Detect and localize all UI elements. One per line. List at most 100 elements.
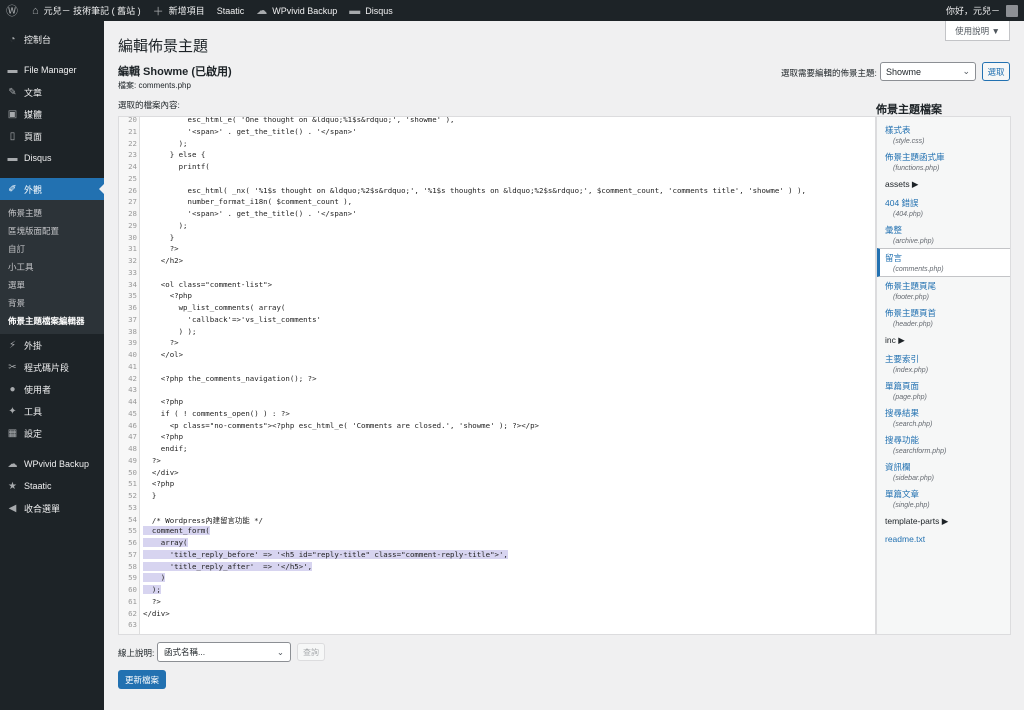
menu-snippets[interactable]: ✂ 程式碼片段 <box>0 356 104 378</box>
line-number: 49 <box>128 455 137 465</box>
code-text: printf( <box>143 162 210 171</box>
file-title: 留言 <box>885 253 903 263</box>
menu-plugins[interactable]: ⚡ 外掛 <box>0 334 104 356</box>
menu-appearance[interactable]: ✐ 外觀 <box>0 178 104 200</box>
greeting: 你好，元兒－ <box>945 6 1000 16</box>
code-line: 37 'callback'=>'vs_list_comments' <box>119 315 875 327</box>
file-item[interactable]: 佈景主題函式庫 (functions.php) <box>877 148 1010 175</box>
submenu-customize[interactable]: 自訂 <box>0 240 104 258</box>
file-item[interactable]: 彙整 (archive.php) <box>877 221 1010 248</box>
snippets-icon: ✂ <box>8 361 17 373</box>
file-folder[interactable]: assets ▶ <box>877 175 1010 194</box>
menu-label: Staatic <box>24 481 52 491</box>
file-item[interactable]: 佈景主題頁首 (header.php) <box>877 304 1010 331</box>
account-menu[interactable]: 你好，元兒－ <box>946 4 1024 17</box>
staatic-link[interactable]: Staatic <box>211 0 251 21</box>
submenu-theme-file-editor[interactable]: 佈景主題檔案編輯器 <box>0 312 104 330</box>
menu-settings[interactable]: ▦ 設定 <box>0 422 104 444</box>
site-name-link[interactable]: ⌂ 元兒－ 技術筆記 ( 舊站 ) <box>26 0 147 21</box>
disqus-link[interactable]: ▬ Disqus <box>343 0 399 21</box>
menu-label: WPvivid Backup <box>24 459 90 469</box>
file-name: (functions.php) <box>893 165 940 172</box>
file-folder[interactable]: inc ▶ <box>877 331 1010 350</box>
admin-sidebar: ◔ 控制台 ▬ File Manager ✎ 文章 ▣ 媒體 ▯ 頁面 ▬ Disqus ✐… <box>0 21 104 710</box>
menu-dashboard[interactable]: ◔ 控制台 <box>0 28 104 50</box>
code-line: 47 <?php <box>119 432 875 444</box>
select-theme-button[interactable]: 選取 <box>982 62 1010 81</box>
file-item[interactable]: 資訊欄 (sidebar.php) <box>877 458 1010 485</box>
menu-pages[interactable]: ▯ 頁面 <box>0 125 104 147</box>
file-title: 主要索引 <box>885 354 920 364</box>
file-item[interactable]: 單篇頁面 (page.php) <box>877 377 1010 404</box>
file-item[interactable]: 佈景主題頁尾 (footer.php) <box>877 277 1010 304</box>
line-number: 50 <box>128 467 137 477</box>
menu-media[interactable]: ▣ 媒體 <box>0 103 104 125</box>
code-text: array( <box>143 538 188 547</box>
line-number: 38 <box>128 326 137 336</box>
submenu-background[interactable]: 背景 <box>0 294 104 312</box>
new-item-label: 新增項目 <box>168 6 205 16</box>
file-item[interactable]: 主要索引 (index.php) <box>877 350 1010 377</box>
code-line: 24 printf( <box>119 162 875 174</box>
media-icon: ▣ <box>7 108 18 120</box>
theme-files-heading: 佈景主題檔案 <box>876 104 942 116</box>
collapse-icon: ◀ <box>8 502 17 514</box>
documentation-select[interactable]: 函式名稱... ⌄ <box>157 642 291 662</box>
file-item[interactable]: readme.txt <box>877 531 1010 547</box>
menu-tools[interactable]: ✦ 工具 <box>0 400 104 422</box>
code-line: 36 wp_list_comments( array( <box>119 303 875 315</box>
code-text: 'title_reply_before' => '<h5 id="reply-t… <box>143 549 508 559</box>
code-text: 'callback'=>'vs_list_comments' <box>143 314 321 324</box>
code-line: 35 <?php <box>119 291 875 303</box>
line-number: 36 <box>128 303 137 312</box>
theme-select[interactable]: Showme ⌄ <box>880 62 976 81</box>
menu-label: 使用者 <box>24 384 52 395</box>
code-text: <p class="no-comments"><?php esc_html_e(… <box>143 420 540 430</box>
code-editor[interactable]: 20 esc_html_e( 'One thought on &ldquo;%1… <box>118 116 876 635</box>
code-line: 49 ?> <box>119 456 875 468</box>
submenu-block-patterns[interactable]: 區塊版面配置 <box>0 222 104 240</box>
pin-icon: ✎ <box>8 86 17 98</box>
menu-disqus[interactable]: ▬ Disqus <box>0 147 104 169</box>
code-text: if ( ! comments_open() ) : ?> <box>143 408 290 418</box>
line-number: 61 <box>128 596 137 606</box>
submenu-widgets[interactable]: 小工具 <box>0 258 104 276</box>
file-name: (index.php) <box>893 367 929 374</box>
code-line: 41 <box>119 362 875 374</box>
help-tab-button[interactable]: 使用說明 ▼ <box>945 21 1010 41</box>
code-line: 48 endif; <box>119 444 875 456</box>
menu-label: 工具 <box>24 406 43 417</box>
wp-logo[interactable]: Ⓦ <box>0 0 26 21</box>
menu-wpvivid[interactable]: ☁ WPvivid Backup <box>0 453 104 475</box>
code-line: 59 ) <box>119 573 875 585</box>
file-item[interactable]: 404 錯誤 (404.php) <box>877 194 1010 221</box>
submenu-menus[interactable]: 選單 <box>0 276 104 294</box>
file-folder[interactable]: template-parts ▶ <box>877 512 1010 531</box>
file-item[interactable]: 搜尋結果 (search.php) <box>877 404 1010 431</box>
disqus-label: Disqus <box>365 5 393 16</box>
new-item-link[interactable]: ＋ 新增項目 <box>147 0 211 21</box>
comment-icon: ▬ <box>7 152 18 164</box>
file-item[interactable]: 單篇文章 (single.php) <box>877 485 1010 512</box>
theme-subtitle: 編輯 Showme (已啟用) <box>118 66 232 78</box>
menu-collapse[interactable]: ◀ 收合選單 <box>0 497 104 519</box>
line-number: 42 <box>128 373 137 383</box>
file-item-current[interactable]: 留言 (comments.php) <box>877 248 1010 277</box>
menu-users[interactable]: ● 使用者 <box>0 378 104 400</box>
code-line: 51 <?php <box>119 479 875 491</box>
menu-posts[interactable]: ✎ 文章 <box>0 81 104 103</box>
code-line: 44 <?php <box>119 397 875 409</box>
wpvivid-link[interactable]: ☁ WPvivid Backup <box>250 0 343 21</box>
file-item[interactable]: 搜尋功能 (searchform.php) <box>877 431 1010 458</box>
cloud-icon: ☁ <box>256 5 268 17</box>
menu-staatic[interactable]: ★ Staatic <box>0 475 104 497</box>
code-line: 32 </h2> <box>119 256 875 268</box>
line-number: 25 <box>128 173 137 183</box>
appearance-submenu: 佈景主題 區塊版面配置 自訂 小工具 選單 背景 佈景主題檔案編輯器 <box>0 200 104 334</box>
menu-file-manager[interactable]: ▬ File Manager <box>0 59 104 81</box>
line-number: 35 <box>128 291 137 301</box>
lookup-button[interactable]: 查詢 <box>297 643 325 661</box>
submenu-themes[interactable]: 佈景主題 <box>0 204 104 222</box>
file-item[interactable]: 樣式表 (style.css) <box>877 121 1010 148</box>
update-file-button[interactable]: 更新檔案 <box>118 670 166 689</box>
